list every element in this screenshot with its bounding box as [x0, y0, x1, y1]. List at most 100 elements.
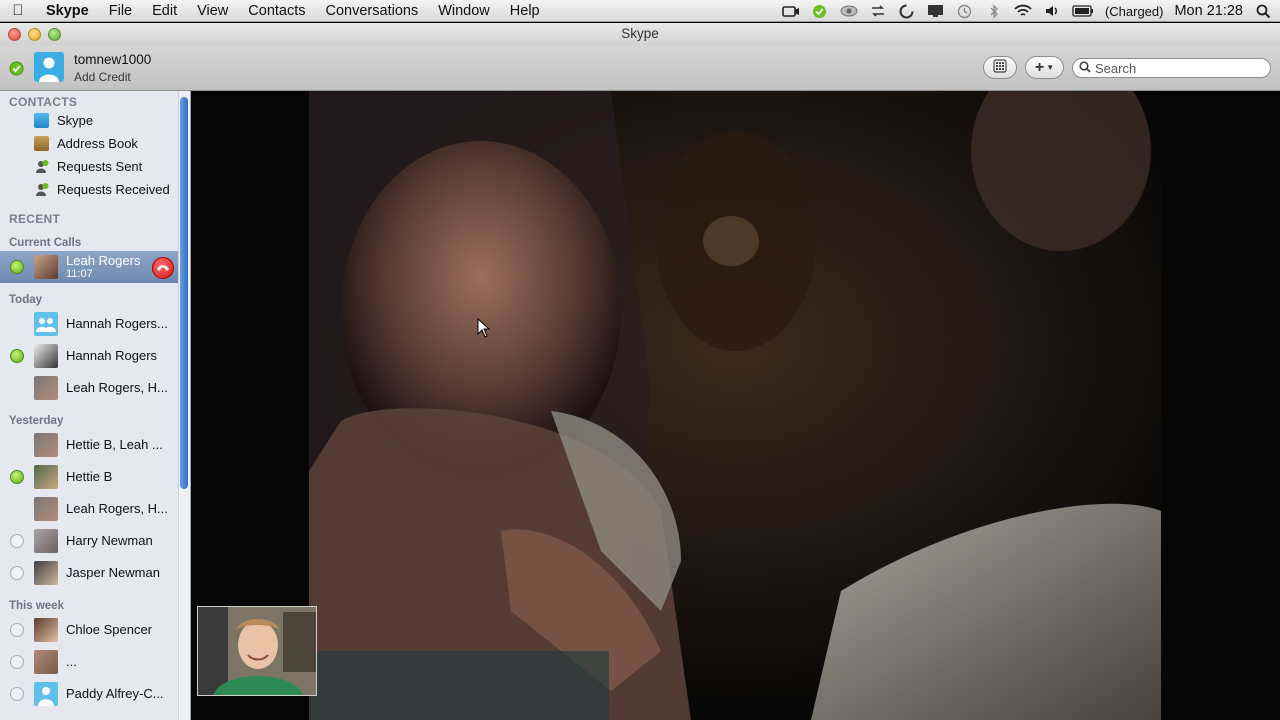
sidebar-scrollbar-thumb[interactable]: [180, 97, 188, 489]
group-avatar-icon: [34, 312, 58, 336]
battery-status: (Charged): [1104, 3, 1164, 19]
dial-pad-icon: [992, 59, 1008, 76]
spinner-icon[interactable]: [898, 4, 916, 18]
avatar: [34, 618, 58, 642]
recent-heading: RECENT: [9, 212, 61, 226]
dial-pad-button[interactable]: [983, 56, 1017, 79]
battery-icon[interactable]: [1072, 4, 1094, 18]
add-credit-link[interactable]: Add Credit: [74, 70, 131, 84]
contact-name: Chloe Spencer: [66, 622, 152, 637]
sidebar-item-label: Skype: [57, 113, 94, 128]
video-frame: [191, 91, 1280, 720]
address-book-icon: [34, 136, 49, 151]
default-avatar-icon: [34, 682, 58, 706]
online-status-icon: [10, 470, 24, 484]
menu-help[interactable]: Help: [500, 0, 550, 22]
menu-app-name[interactable]: Skype: [36, 0, 99, 22]
spotlight-icon[interactable]: [1254, 4, 1272, 18]
today-heading: Today: [9, 294, 43, 306]
contact-name: Jasper Newman: [66, 565, 160, 580]
list-item[interactable]: ...: [0, 646, 178, 678]
bluetooth-icon[interactable]: [985, 3, 1003, 19]
my-avatar[interactable]: [34, 52, 64, 82]
contact-name: Hannah Rogers...: [66, 316, 168, 331]
menubar-clock[interactable]: Mon 21:28: [1174, 3, 1243, 19]
contact-name: Leah Rogers, H...: [66, 380, 168, 395]
offline-status-icon: [10, 566, 24, 580]
contact-name: Harry Newman: [66, 533, 153, 548]
avatar: [34, 529, 58, 553]
menu-view[interactable]: View: [187, 0, 238, 22]
screen-icon[interactable]: [927, 4, 945, 18]
menu-contacts[interactable]: Contacts: [238, 0, 315, 22]
camera-icon[interactable]: [782, 4, 800, 18]
sidebar-item-requests-received[interactable]: Requests Received: [0, 178, 178, 201]
sidebar-item-label: Requests Received: [57, 182, 170, 197]
list-item[interactable]: Hannah Rogers: [0, 340, 178, 372]
contact-name: Hettie B: [66, 469, 113, 484]
menu-file[interactable]: File: [99, 0, 142, 22]
yesterday-heading: Yesterday: [9, 415, 64, 427]
hang-up-button[interactable]: [152, 257, 174, 279]
sidebar-item-label: Address Book: [57, 136, 138, 151]
search-input[interactable]: [1095, 60, 1265, 76]
avatar: [34, 561, 58, 585]
menu-edit[interactable]: Edit: [142, 0, 187, 22]
current-calls-heading: Current Calls: [9, 237, 82, 249]
search-field[interactable]: [1072, 58, 1271, 78]
avatar: [34, 376, 58, 400]
close-window-button[interactable]: [8, 28, 21, 41]
plus-icon: +: [1034, 58, 1045, 76]
avatar: [34, 650, 58, 674]
zoom-window-button[interactable]: [48, 28, 61, 41]
request-sent-icon: [34, 159, 49, 174]
list-item[interactable]: Hannah Rogers...: [0, 308, 178, 340]
offline-status-icon: [10, 655, 24, 669]
add-contact-button[interactable]: + ▼: [1025, 56, 1064, 79]
self-video-preview[interactable]: [197, 606, 317, 696]
contacts-heading: CONTACTS: [9, 95, 78, 109]
list-item[interactable]: Chloe Spencer: [0, 614, 178, 646]
list-item[interactable]: Leah Rogers, H...: [0, 372, 178, 404]
list-item[interactable]: Hettie B, Leah ...: [0, 429, 178, 461]
sync-icon[interactable]: [869, 4, 887, 18]
chevron-down-icon: ▼: [1046, 63, 1055, 72]
self-video-frame: [198, 607, 316, 695]
avatar: [34, 465, 58, 489]
menu-window[interactable]: Window: [428, 0, 500, 22]
wifi-icon[interactable]: [1014, 4, 1032, 18]
sidebar-item-address-book[interactable]: Address Book: [0, 132, 178, 155]
username[interactable]: tomnew1000: [74, 52, 151, 67]
list-item[interactable]: Paddy Alfrey-C...: [0, 678, 178, 710]
list-item[interactable]: Jasper Newman: [0, 557, 178, 589]
time-machine-icon[interactable]: [956, 4, 974, 18]
offline-status-icon: [10, 534, 24, 548]
window-title: Skype: [621, 26, 659, 41]
volume-icon[interactable]: [1043, 4, 1061, 18]
skype-book-icon: [34, 113, 49, 128]
list-item[interactable]: Hettie B: [0, 461, 178, 493]
request-received-icon: [34, 182, 49, 197]
current-call-row[interactable]: Leah Rogers 11:07: [0, 251, 178, 283]
avatar: [34, 344, 58, 368]
my-status-online-icon[interactable]: [9, 61, 24, 79]
menu-conversations[interactable]: Conversations: [316, 0, 429, 22]
status-menu-area: (Charged) Mon 21:28: [782, 0, 1272, 22]
sidebar-item-requests-sent[interactable]: Requests Sent: [0, 155, 178, 178]
list-item[interactable]: Leah Rogers, H...: [0, 493, 178, 525]
contact-name: Hannah Rogers: [66, 348, 158, 363]
sidebar-item-skype[interactable]: Skype: [0, 109, 178, 132]
online-status-icon: [10, 260, 24, 274]
apple-menu-icon[interactable]: : [0, 2, 36, 19]
window-title-bar: Skype: [0, 23, 1280, 45]
contact-name: Paddy Alfrey-C...: [66, 686, 164, 701]
online-status-icon: [10, 349, 24, 363]
skype-status-icon[interactable]: [811, 4, 829, 18]
eye-icon[interactable]: [840, 4, 858, 18]
remote-video-feed[interactable]: [191, 91, 1280, 720]
offline-status-icon: [10, 623, 24, 637]
minimize-window-button[interactable]: [28, 28, 41, 41]
list-item[interactable]: Harry Newman: [0, 525, 178, 557]
mouse-cursor-icon: [477, 318, 491, 338]
phone-hangup-icon: [157, 265, 169, 271]
